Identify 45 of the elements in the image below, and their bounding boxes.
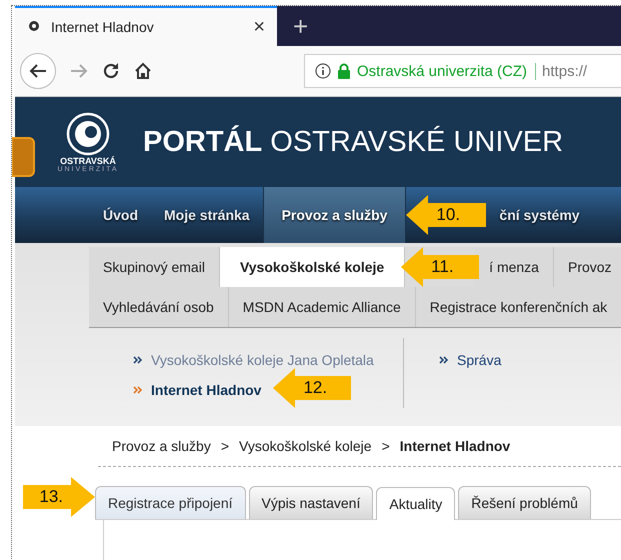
breadcrumb-separator: > bbox=[220, 438, 230, 454]
address-bar[interactable]: Ostravská univerzita (CZ) https:// bbox=[304, 54, 621, 88]
callout-label: 10. bbox=[436, 205, 460, 225]
back-icon bbox=[29, 63, 47, 79]
double-chevron-icon bbox=[439, 356, 449, 364]
callout-label: 11. bbox=[431, 257, 454, 277]
submenu-link[interactable]: Internet Hladnov bbox=[151, 382, 262, 398]
site-identity: Ostravská univerzita (CZ) bbox=[357, 62, 536, 80]
submenu-link[interactable]: Správa bbox=[457, 352, 502, 368]
breadcrumb-separator: > bbox=[382, 438, 390, 454]
content-tab[interactable]: Aktuality bbox=[376, 487, 456, 520]
close-tab-button[interactable]: × bbox=[251, 16, 267, 38]
home-button[interactable] bbox=[134, 62, 152, 80]
lock-icon bbox=[337, 63, 351, 79]
nav-item[interactable]: Úvod bbox=[90, 187, 151, 243]
double-chevron-icon bbox=[133, 356, 143, 364]
nav-item[interactable]: Moje stránka bbox=[151, 187, 263, 243]
service-tab[interactable]: Vysokoškolské koleje bbox=[220, 247, 406, 287]
content-tab[interactable]: Řešení problémů bbox=[458, 486, 591, 519]
nav-item[interactable]: ční systémy bbox=[486, 187, 593, 243]
new-tab-button[interactable]: + bbox=[287, 6, 314, 46]
breadcrumb-link[interactable]: Vysokoškolské koleje bbox=[239, 438, 372, 454]
back-button[interactable] bbox=[20, 53, 56, 89]
breadcrumb-link[interactable]: Provoz a služby bbox=[112, 438, 211, 454]
double-chevron-icon bbox=[133, 386, 143, 394]
site-logo-icon bbox=[27, 20, 41, 34]
content-tab[interactable]: Výpis nastavení bbox=[248, 486, 374, 519]
info-icon bbox=[315, 63, 331, 79]
university-logo-icon bbox=[64, 112, 112, 156]
forward-icon bbox=[70, 63, 88, 79]
submenu-link[interactable]: Vysokoškolské koleje Jana Opletala bbox=[151, 352, 374, 368]
breadcrumb-current: Internet Hladnov bbox=[400, 438, 510, 454]
content-tab[interactable]: Registrace připojení bbox=[95, 486, 246, 519]
callout-label: 12. bbox=[303, 378, 328, 398]
callout-label: 13. bbox=[39, 487, 63, 507]
nav-item[interactable]: Provoz a služby bbox=[262, 187, 406, 243]
portal-title: PORTÁL OSTRAVSKÉ UNIVER bbox=[143, 126, 564, 158]
tab-title: Internet Hladnov bbox=[51, 19, 155, 35]
reload-button[interactable] bbox=[102, 62, 120, 80]
url-text: https:// bbox=[542, 62, 588, 80]
callout-arrow bbox=[23, 477, 95, 517]
home-icon bbox=[134, 62, 152, 80]
logo-text: OSTRAVSKÁ bbox=[60, 156, 116, 166]
reload-icon bbox=[102, 62, 120, 80]
browser-tab[interactable]: Internet Hladnov × bbox=[15, 6, 277, 46]
